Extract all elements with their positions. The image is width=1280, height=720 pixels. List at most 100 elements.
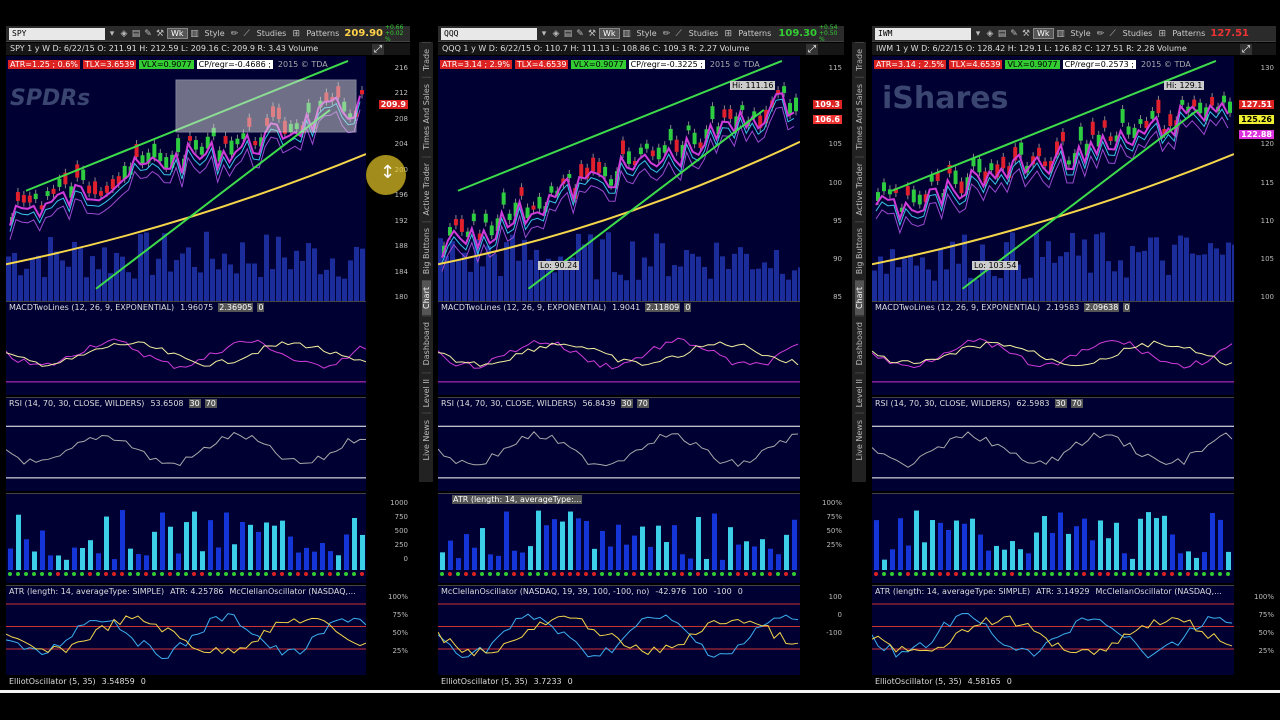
atr-header: ATR (length: 14, averageType: SIMPLE) ATR… [8, 587, 357, 596]
vol-subchart[interactable]: 213.072 [6, 493, 366, 583]
side-tab-times-and-sales[interactable]: Times And Sales [854, 76, 864, 156]
price-axis[interactable]: 115110105100959085109.3106.6 [800, 56, 844, 301]
study-value: 70 [1070, 399, 1083, 408]
studies-button[interactable]: Studies [1120, 29, 1156, 38]
side-tab-dashboard[interactable]: Dashboard [421, 315, 431, 372]
axis-tick: -100 [826, 629, 842, 637]
style-button[interactable]: Style [1068, 29, 1094, 38]
side-tab-live-news[interactable]: Live News [421, 413, 431, 467]
volume-bar [258, 277, 263, 301]
side-tab-chart[interactable]: Chart [421, 280, 431, 316]
style-button[interactable]: Style [634, 29, 660, 38]
side-tab-active-trader[interactable]: Active Trader [421, 155, 431, 222]
patterns-button[interactable]: Patterns [735, 29, 774, 38]
atr-subchart[interactable]: ATR (length: 14, averageType: SIMPLE) ATR… [872, 585, 1234, 675]
macd-subchart[interactable]: MACDTwoLines (12, 26, 9, EXPONENTIAL) 1.9… [438, 301, 800, 395]
volume-bar [522, 239, 527, 301]
patterns-button[interactable]: Patterns [1169, 29, 1208, 38]
maximize-icon[interactable]: ⤢ [806, 44, 818, 55]
study-cp: CP/regr=0.2573 ; [1062, 60, 1137, 69]
histogram-bar [64, 559, 69, 570]
link-icon[interactable]: ◈ [119, 29, 129, 39]
volume-bar [282, 257, 287, 301]
link-icon[interactable]: ◈ [551, 29, 561, 39]
ohlc-info-bar: QQQ 1 y W D: 6/22/15 O: 110.7 H: 111.13 … [438, 43, 844, 55]
study-value: ATR (length: 14, averageType: SIMPLE) [875, 587, 1031, 596]
chevron-down-icon[interactable]: ▾ [539, 29, 549, 39]
volume-bar [1112, 271, 1117, 301]
axis-tick: 208 [394, 114, 408, 123]
study-vlx: VLX=0.9077 [571, 60, 626, 69]
price-chart[interactable]: SPDRs ATR=1.25 ; 0.6% TLX=3.6539 VLX=0.9077… [6, 56, 366, 301]
side-tab-big-buttons[interactable]: Big Buttons [421, 221, 431, 281]
side-tab-level-ii[interactable]: Level II [854, 371, 864, 414]
draw-icon[interactable]: ✎ [575, 29, 585, 39]
studies-button[interactable]: Studies [686, 29, 722, 38]
price-chart[interactable]: ATR=3.14 ; 2.9% TLX=4.6539 VLX=0.9077 CP/re… [438, 56, 800, 301]
side-tab-big-buttons[interactable]: Big Buttons [854, 221, 864, 281]
side-tab-dashboard[interactable]: Dashboard [854, 315, 864, 372]
candle-body [459, 219, 464, 232]
timeframe-button[interactable]: Wk [1033, 28, 1054, 39]
volume-bar [732, 253, 737, 301]
print-icon[interactable]: ▤ [563, 29, 573, 39]
signal-dot [168, 572, 172, 576]
volume-bar [582, 244, 587, 301]
atr-subchart[interactable]: ATR (length: 14, averageType: SIMPLE) ATR… [6, 585, 366, 675]
print-icon[interactable]: ▤ [997, 29, 1007, 39]
macd-subchart[interactable]: MACDTwoLines (12, 26, 9, EXPONENTIAL) 2.1… [872, 301, 1234, 395]
histogram-bar [1050, 532, 1055, 570]
timeframe-button[interactable]: Wk [167, 28, 188, 39]
study-value: ATR: 4.25786 [170, 587, 224, 596]
histogram-bar [448, 540, 453, 570]
signal-dot [1210, 572, 1214, 576]
candle-body [164, 157, 169, 169]
symbol-input[interactable]: QQQ [441, 27, 537, 40]
maximize-icon[interactable]: ⤢ [1240, 44, 1252, 55]
side-tab-live-news[interactable]: Live News [854, 413, 864, 467]
pencil-icon[interactable]: ✏ [230, 29, 240, 39]
volume-bar [1004, 242, 1009, 301]
studies-button[interactable]: Studies [254, 29, 290, 38]
atr-subchart[interactable]: McClellanOscillator (NASDAQ, 19, 39, 100… [438, 585, 800, 675]
side-tab-chart[interactable]: Chart [854, 280, 864, 316]
wrench-icon[interactable]: ⚒ [587, 29, 597, 39]
rsi-subchart[interactable]: RSI (14, 70, 30, CLOSE, WILDERS) 62.5983 3… [872, 397, 1234, 491]
study-value: McClellanOscillator (NASDAQ,... [1095, 587, 1222, 596]
timeframe-button[interactable]: Wk [599, 28, 620, 39]
price-chart[interactable]: iShares ATR=3.14 ; 2.5% TLX=4.6539 VLX=0.90… [872, 56, 1234, 301]
wrench-icon[interactable]: ⚒ [155, 29, 165, 39]
maximize-icon[interactable]: ⤢ [372, 44, 384, 55]
rsi-subchart[interactable]: RSI (14, 70, 30, CLOSE, WILDERS) 53.6508 3… [6, 397, 366, 491]
volume-bar [534, 249, 539, 301]
rsi-subchart[interactable]: RSI (14, 70, 30, CLOSE, WILDERS) 56.8439 3… [438, 397, 800, 491]
chevron-down-icon[interactable]: ▾ [107, 29, 117, 39]
side-tab-trade[interactable]: Trade [854, 42, 864, 77]
vol-subchart[interactable]: ATR (length: 14, averageType:... [438, 493, 800, 583]
study-value: 0 [737, 587, 743, 596]
signal-dot [760, 572, 764, 576]
wrench-icon[interactable]: ⚒ [1021, 29, 1031, 39]
side-tab-active-trader[interactable]: Active Trader [854, 155, 864, 222]
patterns-button[interactable]: Patterns [303, 29, 342, 38]
symbol-input[interactable]: SPY [9, 27, 105, 40]
link-icon[interactable]: ◈ [985, 29, 995, 39]
volume-bar [354, 246, 359, 301]
pencil-icon[interactable]: ✏ [1096, 29, 1106, 39]
symbol-input[interactable]: IWM [875, 27, 971, 40]
style-button[interactable]: Style [202, 29, 228, 38]
signal-dot [954, 572, 958, 576]
draw-icon[interactable]: ✎ [1009, 29, 1019, 39]
side-tab-times-and-sales[interactable]: Times And Sales [421, 76, 431, 156]
vol-subchart[interactable]: 272.022 [872, 493, 1234, 583]
chevron-down-icon[interactable]: ▾ [973, 29, 983, 39]
pencil-icon[interactable]: ✏ [662, 29, 672, 39]
volume-bar [974, 279, 979, 301]
price-axis[interactable]: 130125120115110105100127.51125.26122.88 [1234, 56, 1276, 301]
side-tab-trade[interactable]: Trade [421, 42, 431, 77]
side-tab-level-ii[interactable]: Level II [421, 371, 431, 414]
draw-icon[interactable]: ✎ [143, 29, 153, 39]
print-icon[interactable]: ▤ [131, 29, 141, 39]
macd-subchart[interactable]: MACDTwoLines (12, 26, 9, EXPONENTIAL) 1.9… [6, 301, 366, 395]
signal-dot [360, 572, 364, 576]
